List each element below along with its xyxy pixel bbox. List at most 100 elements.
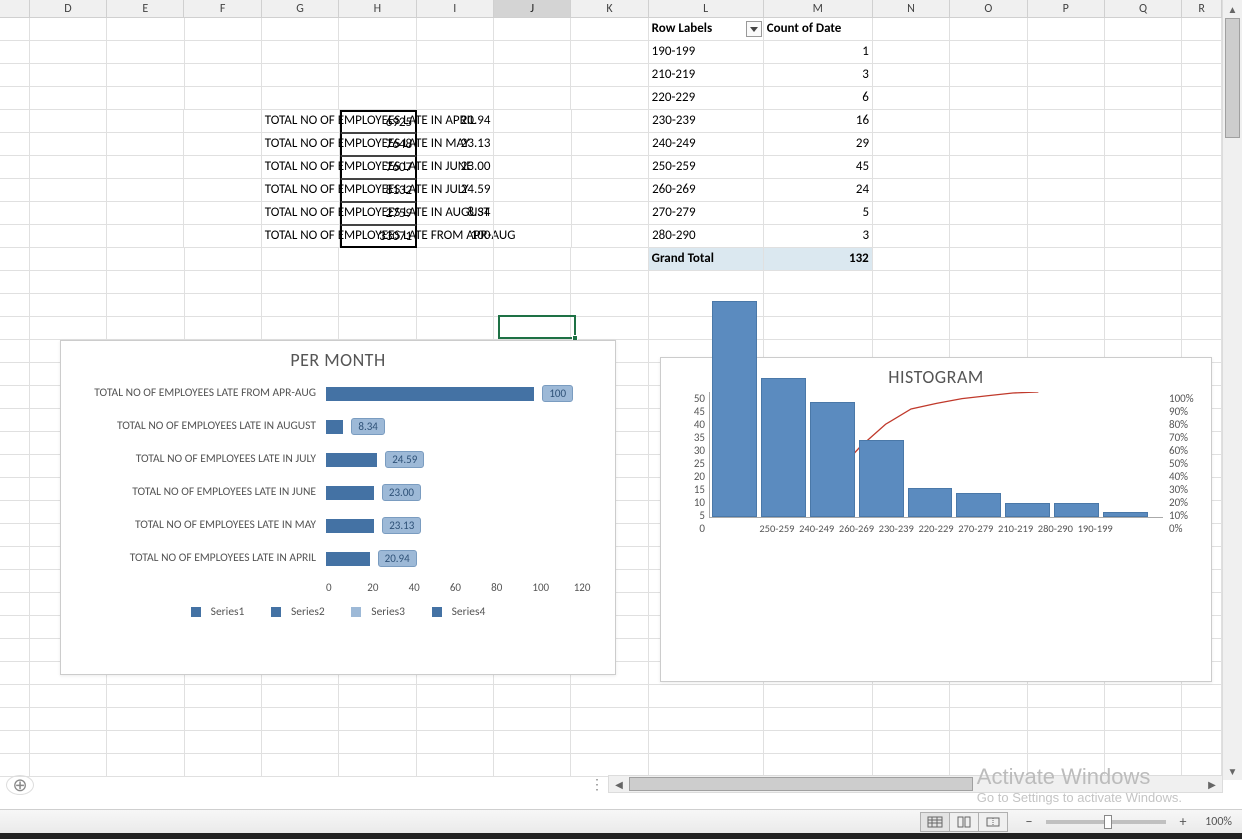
spreadsheet-area: D E F G H I J K L M N O P Q R Row Labels…	[0, 0, 1242, 795]
zoom-out-button[interactable]: −	[1020, 813, 1038, 830]
col-D[interactable]: D	[30, 0, 107, 17]
pivot-grand-total-label: Grand Total	[649, 248, 764, 271]
histogram-bar	[810, 402, 855, 517]
bar-data-label: 24.59	[385, 451, 424, 468]
pivot-bin[interactable]: 190-199	[649, 41, 764, 64]
histogram-bar	[761, 378, 806, 517]
pivot-bin[interactable]: 210-219	[649, 64, 764, 87]
pivot-count[interactable]: 16	[764, 110, 873, 133]
col-N[interactable]: N	[873, 0, 950, 17]
vertical-scroll-thumb[interactable]	[1225, 18, 1240, 138]
late-count[interactable]: 8132	[340, 179, 417, 202]
histogram-bar	[1005, 503, 1050, 517]
late-pct[interactable]: 8.34	[417, 202, 494, 225]
pivot-count[interactable]: 3	[764, 64, 873, 87]
pivot-bin[interactable]: 250-259	[649, 156, 764, 179]
view-page-layout-button[interactable]	[949, 812, 979, 832]
late-label[interactable]: TOTAL NO OF EMPLOYEES LATE FROM APR-AUG	[262, 225, 340, 248]
col-E[interactable]: E	[107, 0, 184, 17]
histogram-bar	[859, 440, 904, 517]
pivot-count[interactable]: 6	[764, 87, 873, 110]
col-K[interactable]: K	[571, 0, 648, 17]
late-label[interactable]: TOTAL NO OF EMPLOYEES LATE IN APRIL	[262, 110, 340, 133]
scroll-up-icon[interactable]: ▲	[1223, 0, 1242, 18]
chart-per-month[interactable]: PER MONTH TOTAL NO OF EMPLOYEES LATE FRO…	[60, 340, 616, 675]
pivot-bin[interactable]: 280-290	[649, 225, 764, 248]
histogram-bar	[1054, 503, 1099, 517]
pivot-bin[interactable]: 240-249	[649, 133, 764, 156]
col-L[interactable]: L	[649, 0, 764, 17]
bar-data-label: 20.94	[378, 550, 417, 567]
pivot-bin[interactable]: 220-229	[649, 87, 764, 110]
pivot-row-labels-header[interactable]: Row Labels	[649, 18, 764, 41]
col-P[interactable]: P	[1028, 0, 1105, 17]
late-pct[interactable]: 100	[417, 225, 494, 248]
bar-label: TOTAL NO OF EMPLOYEES LATE IN JULY	[71, 453, 326, 466]
late-count[interactable]: 33071	[340, 225, 417, 248]
bar-data-label: 100	[542, 385, 573, 402]
histogram-bar	[908, 488, 953, 517]
pivot-bin[interactable]: 260-269	[649, 179, 764, 202]
sheet-tab-splitter[interactable]: ⋮	[590, 775, 604, 793]
col-O[interactable]: O	[950, 0, 1027, 17]
bar	[326, 387, 534, 401]
late-count[interactable]: 2759	[340, 202, 417, 225]
chart-per-month-legend: Series1 Series2 Series3 Series4	[61, 605, 615, 621]
late-pct[interactable]: 23.00	[417, 156, 494, 179]
late-pct[interactable]: 24.59	[417, 179, 494, 202]
bar-label: TOTAL NO OF EMPLOYEES LATE IN MAY	[71, 519, 326, 532]
zoom-level[interactable]: 100%	[1192, 815, 1242, 829]
new-sheet-button[interactable]: ⊕	[6, 775, 34, 795]
bar	[326, 486, 374, 500]
late-label[interactable]: TOTAL NO OF EMPLOYEES LATE IN JULY	[262, 179, 340, 202]
bar-data-label: 23.13	[382, 517, 421, 534]
late-count[interactable]: 7607	[340, 156, 417, 179]
zoom-slider[interactable]	[1046, 820, 1166, 824]
scroll-left-icon[interactable]: ◀	[609, 776, 629, 792]
bar-data-label: 8.34	[351, 418, 385, 435]
col-F[interactable]: F	[184, 0, 261, 17]
view-page-break-button[interactable]	[978, 812, 1008, 832]
vertical-scrollbar[interactable]: ▲ ▼	[1222, 0, 1242, 780]
pivot-count[interactable]: 3	[764, 225, 873, 248]
status-bar: − + 100%	[0, 809, 1242, 833]
late-count[interactable]: 7648	[340, 133, 417, 156]
col-Q[interactable]: Q	[1105, 0, 1182, 17]
bar	[326, 420, 343, 434]
pivot-count[interactable]: 45	[764, 156, 873, 179]
late-pct[interactable]: 23.13	[417, 133, 494, 156]
pivot-count[interactable]: 1	[764, 41, 873, 64]
late-count[interactable]: 6925	[340, 110, 417, 133]
pivot-grand-total-value: 132	[764, 248, 873, 271]
col-M[interactable]: M	[764, 0, 873, 17]
pivot-bin[interactable]: 230-239	[649, 110, 764, 133]
horizontal-scroll-thumb[interactable]	[629, 777, 973, 791]
col-J[interactable]: J	[494, 0, 571, 17]
late-label[interactable]: TOTAL NO OF EMPLOYEES LATE IN JUNE	[262, 156, 340, 179]
col-G[interactable]: G	[262, 0, 339, 17]
col-H[interactable]: H	[339, 0, 416, 17]
pivot-count[interactable]: 24	[764, 179, 873, 202]
col-R[interactable]: R	[1182, 0, 1222, 17]
late-label[interactable]: TOTAL NO OF EMPLOYEES LATE IN MAY	[262, 133, 340, 156]
scroll-right-icon[interactable]: ▶	[1202, 776, 1222, 792]
horizontal-scrollbar[interactable]: ◀ ▶	[608, 775, 1223, 793]
zoom-in-button[interactable]: +	[1174, 813, 1192, 830]
view-normal-button[interactable]	[920, 812, 950, 832]
late-pct[interactable]: 20.94	[417, 110, 494, 133]
late-label[interactable]: TOTAL NO OF EMPLOYEES LATE IN AUGUST	[262, 202, 340, 225]
col-I[interactable]: I	[417, 0, 494, 17]
bar-label: TOTAL NO OF EMPLOYEES LATE IN APRIL	[71, 552, 326, 565]
pivot-bin[interactable]: 270-279	[649, 202, 764, 225]
bar-label: TOTAL NO OF EMPLOYEES LATE FROM APR-AUG	[71, 387, 326, 400]
histogram-bar	[712, 301, 757, 517]
pivot-filter-dropdown[interactable]	[746, 21, 762, 37]
zoom-slider-handle[interactable]	[1104, 815, 1112, 829]
histogram-bar	[1103, 512, 1148, 517]
bar	[326, 552, 370, 566]
pivot-count[interactable]: 5	[764, 202, 873, 225]
scroll-down-icon[interactable]: ▼	[1223, 762, 1242, 780]
chart-histogram[interactable]: HISTOGRAM 50454035302520151050 250-25924…	[660, 357, 1212, 682]
bar	[326, 519, 374, 533]
pivot-count[interactable]: 29	[764, 133, 873, 156]
